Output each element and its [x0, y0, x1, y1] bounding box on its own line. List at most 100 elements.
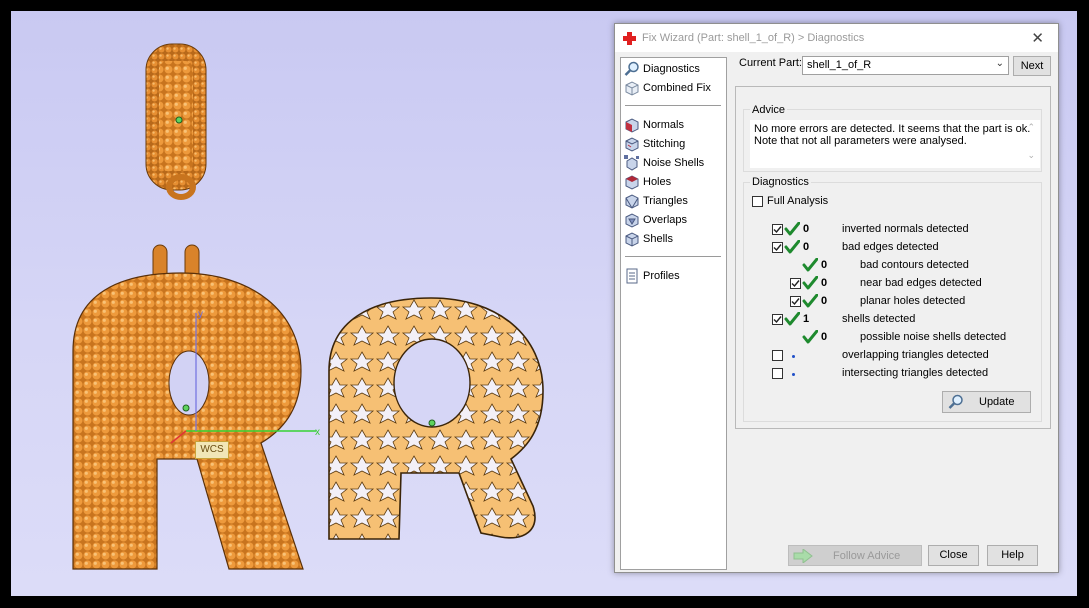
lattice-r-model [328, 297, 544, 540]
row-label: bad edges detected [842, 241, 939, 253]
close-button[interactable]: Close [928, 545, 979, 566]
nav-label: Holes [643, 175, 672, 188]
beaded-r-model [72, 272, 304, 570]
magnifier-icon [948, 394, 963, 409]
row-label: planar holes detected [860, 295, 966, 307]
green-check-icon [784, 240, 800, 254]
green-check-icon [802, 294, 818, 308]
update-label: Update [979, 396, 1015, 408]
current-part-label: Current Part: [739, 57, 802, 69]
red-cross-icon [623, 32, 636, 45]
row-checkbox[interactable] [772, 314, 783, 325]
wcs-label: WCS [195, 441, 229, 459]
full-analysis-checkbox[interactable] [752, 196, 763, 207]
check-mark-icon [791, 298, 800, 306]
x-axis-label: x [315, 427, 320, 438]
title-bar: Fix Wizard (Part: shell_1_of_R) > Diagno… [615, 24, 1058, 52]
overlaps-cube-icon [625, 212, 639, 228]
cube-icon [625, 80, 639, 96]
row-count: 0 [821, 259, 828, 271]
next-button[interactable]: Next [1013, 56, 1051, 76]
nav-item-triangles[interactable]: Triangles [624, 192, 688, 209]
nav-label: Overlaps [643, 213, 688, 226]
holes-cube-icon [625, 174, 639, 190]
row-label: possible noise shells detected [860, 331, 1007, 343]
row-checkbox[interactable] [790, 296, 801, 307]
diagnostics-panel: Advice No more errors are detected. It s… [735, 86, 1051, 429]
nav-item-diagnostics[interactable]: Diagnostics [624, 60, 700, 77]
help-button[interactable]: Help [987, 545, 1038, 566]
check-mark-icon [791, 280, 800, 288]
bail-model-top [145, 43, 207, 200]
row-label: bad contours detected [860, 259, 969, 271]
nav-item-stitching[interactable]: Stitching [624, 135, 685, 152]
row-label: overlapping triangles detected [842, 349, 989, 361]
current-part-select[interactable]: shell_1_of_R ⌄ [802, 56, 1009, 75]
stitching-cube-icon [625, 136, 639, 152]
current-part-value: shell_1_of_R [807, 59, 872, 71]
status-dot [792, 355, 795, 358]
noise-shells-icon [624, 154, 639, 171]
green-check-icon [802, 258, 818, 272]
window-title: Fix Wizard (Part: shell_1_of_R) > Diagno… [642, 32, 865, 44]
green-check-icon [802, 330, 818, 344]
diagnostics-title: Diagnostics [750, 176, 811, 188]
fix-nav-list: Diagnostics Combined Fix Normals Stitchi… [620, 57, 727, 570]
nav-label: Triangles [643, 194, 688, 207]
full-analysis-label: Full Analysis [767, 195, 829, 207]
row-checkbox[interactable] [772, 350, 783, 361]
check-mark-icon [773, 226, 782, 234]
normals-cube-icon [625, 117, 639, 133]
nav-item-normals[interactable]: Normals [624, 116, 684, 133]
nav-label: Normals [643, 118, 684, 131]
green-check-icon [784, 222, 800, 236]
row-count: 0 [821, 277, 828, 289]
row-label: shells detected [842, 313, 916, 325]
scroll-down-icon[interactable]: ⌄ [1027, 150, 1035, 161]
fix-wizard-dialog: Fix Wizard (Part: shell_1_of_R) > Diagno… [614, 23, 1059, 573]
green-check-icon [784, 312, 800, 326]
shells-cube-icon [625, 231, 639, 247]
magnifier-icon [624, 61, 639, 76]
follow-advice-label: Follow Advice [833, 550, 901, 562]
check-mark-icon [773, 244, 782, 252]
nav-item-combined-fix[interactable]: Combined Fix [624, 79, 711, 96]
nav-label: Shells [643, 232, 673, 245]
follow-advice-button[interactable]: Follow Advice [788, 545, 922, 566]
nav-item-holes[interactable]: Holes [624, 173, 671, 190]
close-icon[interactable]: ✕ [1031, 29, 1044, 47]
status-dot [792, 373, 795, 376]
row-count: 0 [821, 331, 828, 343]
advice-line-2: Note that not all parameters were analys… [754, 135, 967, 147]
row-checkbox[interactable] [772, 224, 783, 235]
row-label: inverted normals detected [842, 223, 969, 235]
y-axis-label: y [198, 309, 203, 320]
nav-label: Stitching [643, 137, 686, 150]
nav-label: Profiles [643, 269, 680, 282]
green-check-icon [802, 276, 818, 290]
update-button[interactable]: Update [942, 391, 1031, 413]
row-label: near bad edges detected [860, 277, 982, 289]
advice-line-1: No more errors are detected. It seems th… [754, 123, 1031, 135]
nav-item-overlaps[interactable]: Overlaps [624, 211, 687, 228]
nav-item-noise-shells[interactable]: Noise Shells [624, 154, 704, 171]
chevron-down-icon: ⌄ [995, 58, 1004, 69]
scroll-up-icon[interactable]: ⌃ [1027, 122, 1035, 133]
row-checkbox[interactable] [790, 278, 801, 289]
check-mark-icon [773, 316, 782, 324]
row-count: 0 [821, 295, 828, 307]
row-checkbox[interactable] [772, 242, 783, 253]
nav-item-profiles[interactable]: Profiles [624, 267, 680, 284]
row-count: 0 [803, 223, 810, 235]
nav-label: Noise Shells [643, 156, 705, 169]
row-label: intersecting triangles detected [842, 367, 989, 379]
row-count: 1 [803, 313, 810, 325]
nav-label: Diagnostics [643, 62, 700, 75]
row-checkbox[interactable] [772, 368, 783, 379]
nav-separator [625, 256, 721, 257]
advice-textbox: No more errors are detected. It seems th… [750, 120, 1040, 168]
nav-label: Combined Fix [643, 81, 711, 94]
triangles-cube-icon [625, 193, 639, 209]
advice-title: Advice [750, 104, 788, 116]
nav-item-shells[interactable]: Shells [624, 230, 673, 247]
